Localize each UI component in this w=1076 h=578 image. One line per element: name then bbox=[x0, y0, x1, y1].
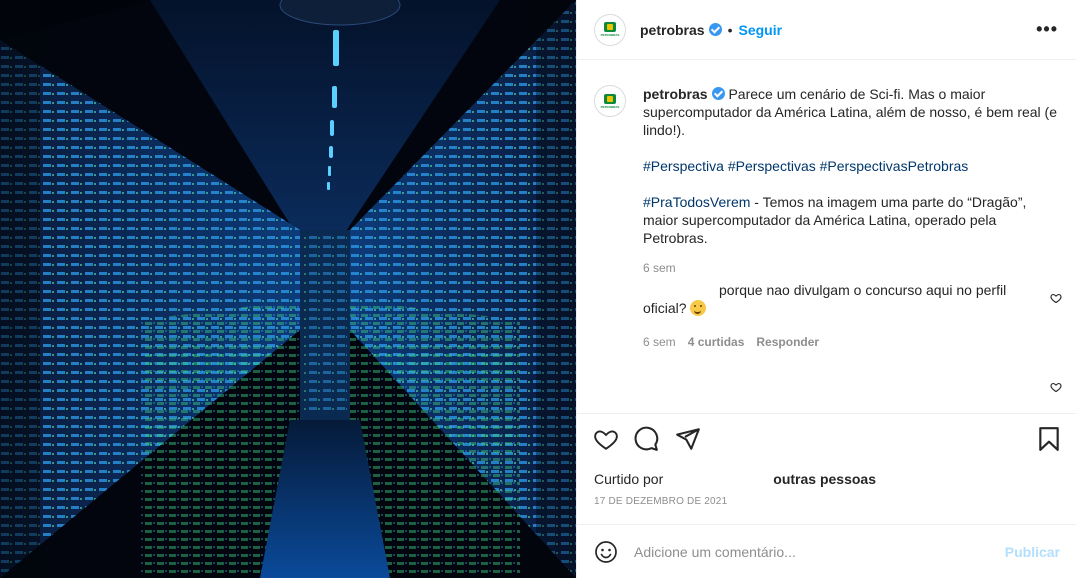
heart-icon[interactable] bbox=[593, 426, 619, 452]
liked-by-prefix: Curtido por bbox=[594, 471, 664, 487]
likes-summary: Curtido por outras pessoas bbox=[594, 471, 876, 487]
caption-username[interactable]: petrobras bbox=[643, 86, 708, 102]
comment-composer: Publicar bbox=[577, 524, 1076, 578]
post-header: PETROBRAS petrobras • Seguir ••• bbox=[577, 0, 1076, 60]
smiley-icon[interactable] bbox=[594, 540, 618, 564]
comment-item: porque nao divulgam o concurso aqui no p… bbox=[643, 281, 1043, 351]
caption-hashtags[interactable]: #Perspectiva #Perspectivas #Perspectivas… bbox=[643, 158, 968, 174]
comment-timestamp[interactable]: 6 sem bbox=[643, 335, 676, 349]
post-side-panel: PETROBRAS petrobras • Seguir ••• PETROBR… bbox=[576, 0, 1076, 578]
verified-badge-icon bbox=[711, 87, 725, 100]
like-comment-heart-icon[interactable] bbox=[1050, 381, 1062, 393]
post-date[interactable]: 17 DE DEZEMBRO DE 2021 bbox=[594, 496, 727, 507]
avatar-logo-text: PETROBRAS bbox=[600, 33, 620, 37]
smiling-emoji-icon bbox=[690, 300, 707, 316]
comment-likes-count[interactable]: 4 curtidas bbox=[688, 335, 745, 349]
petrobras-logo-icon bbox=[604, 93, 616, 104]
comment-meta: 6 sem 4 curtidas Responder bbox=[643, 333, 1043, 351]
caption-body: petrobras Parece um cenário de Sci-fi. M… bbox=[643, 85, 1064, 277]
supercomputer-corridor-illustration bbox=[0, 0, 576, 578]
more-options-icon[interactable]: ••• bbox=[1036, 20, 1058, 38]
petrobras-logo-icon bbox=[604, 22, 616, 32]
comments-list[interactable]: PETROBRAS petrobras Parece um cenário de… bbox=[577, 61, 1076, 414]
reply-button[interactable]: Responder bbox=[756, 335, 819, 349]
publish-button[interactable]: Publicar bbox=[1005, 544, 1060, 560]
like-comment-heart-icon[interactable] bbox=[1050, 292, 1062, 304]
caption-timestamp[interactable]: 6 sem bbox=[643, 261, 676, 275]
post-image[interactable] bbox=[0, 0, 576, 578]
comment-input[interactable] bbox=[634, 543, 994, 560]
profile-avatar[interactable]: PETROBRAS bbox=[594, 13, 626, 46]
caption-meta: 6 sem bbox=[643, 259, 1064, 277]
verified-badge-icon bbox=[708, 23, 722, 36]
comment-icon[interactable] bbox=[633, 426, 659, 452]
post-actions bbox=[593, 426, 1060, 456]
bookmark-icon[interactable] bbox=[1036, 426, 1062, 452]
separator-dot: • bbox=[727, 21, 733, 38]
post-caption: PETROBRAS petrobras Parece um cenário de… bbox=[594, 85, 1064, 277]
caption-avatar[interactable]: PETROBRAS bbox=[594, 85, 626, 117]
paper-plane-icon[interactable] bbox=[675, 426, 701, 452]
follow-button[interactable]: Seguir bbox=[738, 22, 782, 38]
header-username[interactable]: petrobras bbox=[640, 22, 705, 38]
avatar-logo-text: PETROBRAS bbox=[600, 104, 620, 109]
hashtag-pratodosverem[interactable]: #PraTodosVerem bbox=[643, 194, 750, 210]
liked-by-others[interactable]: outras pessoas bbox=[773, 471, 876, 487]
